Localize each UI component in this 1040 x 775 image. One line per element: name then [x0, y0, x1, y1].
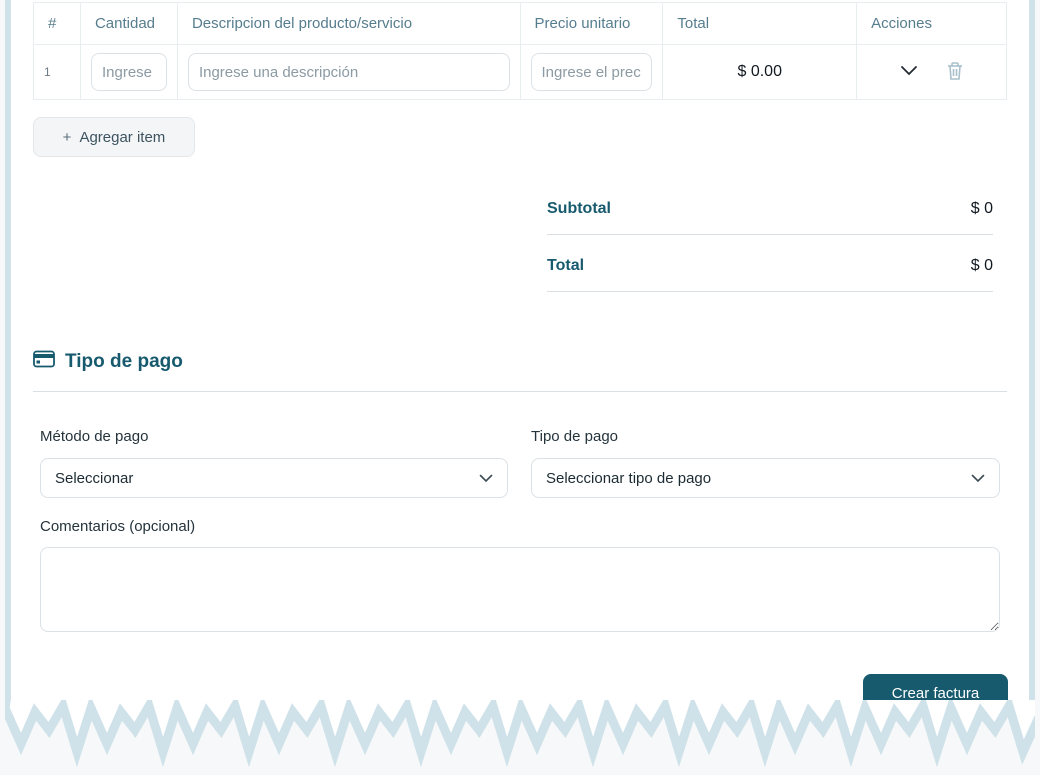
plus-icon: + [63, 129, 72, 146]
add-item-label: Agregar item [79, 129, 165, 146]
payment-method-select[interactable]: Seleccionar [40, 458, 508, 498]
payment-section-title: Tipo de pago [65, 351, 183, 373]
payment-type-label: Tipo de pago [531, 428, 618, 445]
total-label: Total [547, 257, 584, 275]
payment-type-selected-value: Seleccionar tipo de pago [546, 470, 711, 487]
subtotal-row: Subtotal $ 0 [547, 188, 993, 235]
header-precio: Precio unitario [520, 3, 663, 45]
payment-section-header: Tipo de pago [33, 350, 183, 373]
header-descripcion: Descripcion del producto/servicio [177, 3, 520, 45]
row-number: 1 [34, 45, 81, 100]
row-total-value: $ 0.00 [663, 45, 857, 100]
zigzag-bottom-edge [5, 700, 1035, 770]
total-value: $ 0 [971, 257, 993, 275]
comments-textarea[interactable] [40, 547, 1000, 632]
header-cantidad: Cantidad [80, 3, 177, 45]
comments-label: Comentarios (opcional) [40, 518, 195, 535]
expand-row-button[interactable] [900, 65, 918, 80]
descripcion-input[interactable] [188, 53, 510, 91]
header-total: Total [663, 3, 857, 45]
table-row: 1 $ 0.00 [34, 45, 1007, 100]
chevron-down-icon [900, 65, 918, 80]
chevron-down-icon [479, 470, 493, 487]
credit-card-icon [33, 350, 55, 373]
total-row: Total $ 0 [547, 245, 993, 292]
delete-row-button[interactable] [946, 61, 964, 84]
payment-method-label: Método de pago [40, 428, 148, 445]
precio-input[interactable] [531, 53, 653, 91]
payment-type-select[interactable]: Seleccionar tipo de pago [531, 458, 1000, 498]
cantidad-input[interactable] [91, 53, 167, 91]
header-acciones: Acciones [857, 3, 1007, 45]
header-num: # [34, 3, 81, 45]
payment-method-selected-value: Seleccionar [55, 470, 133, 487]
section-divider [33, 391, 1007, 392]
subtotal-value: $ 0 [971, 200, 993, 218]
trash-icon [946, 61, 964, 84]
table-header-row: # Cantidad Descripcion del producto/serv… [34, 3, 1007, 45]
subtotal-label: Subtotal [547, 200, 611, 218]
invoice-items-table: # Cantidad Descripcion del producto/serv… [33, 2, 1007, 100]
chevron-down-icon [971, 470, 985, 487]
totals-summary: Subtotal $ 0 Total $ 0 [547, 188, 993, 302]
add-item-button[interactable]: + Agregar item [33, 117, 195, 157]
